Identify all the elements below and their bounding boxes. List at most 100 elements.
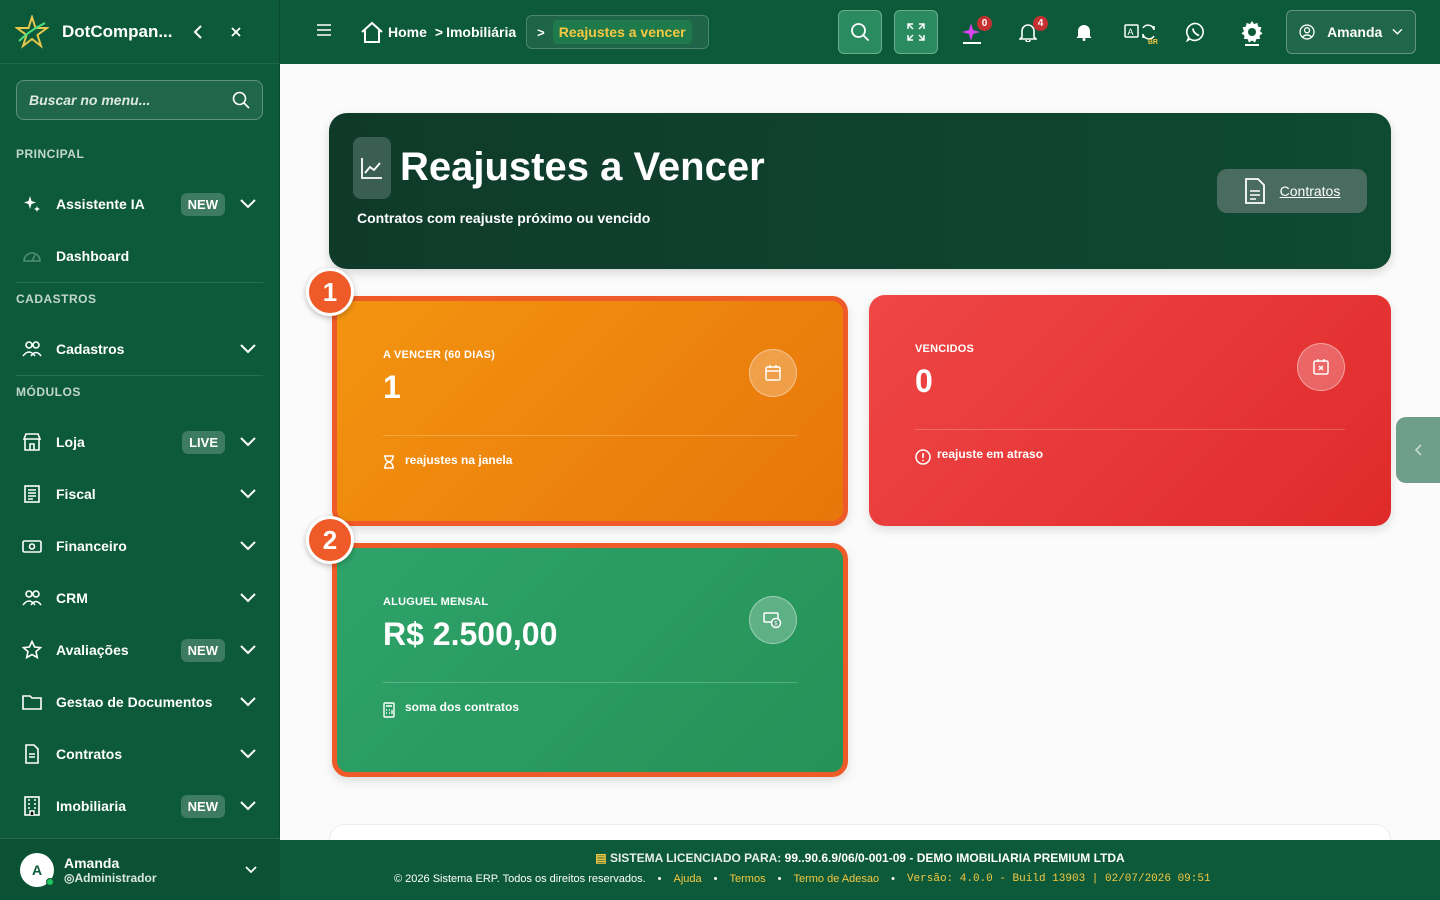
sidebar: DotCompan... PRINCIPAL Assistente IA NEW… bbox=[0, 0, 280, 900]
alerts-button[interactable] bbox=[1062, 10, 1106, 54]
user-circle-icon bbox=[1299, 24, 1315, 40]
breadcrumb-section[interactable]: Imobiliária bbox=[446, 24, 516, 40]
avatar: A bbox=[20, 852, 54, 887]
sidebar-item-financeiro[interactable]: Financeiro bbox=[0, 520, 279, 572]
sidebar-item-loja[interactable]: Loja LIVE bbox=[0, 416, 279, 468]
language-tag: BR bbox=[1147, 39, 1158, 46]
sidebar-item-crm[interactable]: CRM bbox=[0, 572, 279, 624]
license-value: 99..90.6.9/06/0-001-09 - DEMO IMOBILIARI… bbox=[784, 851, 1125, 865]
breadcrumb-separator: > bbox=[434, 24, 444, 40]
logo-star-icon bbox=[14, 14, 50, 50]
chevron-left-icon bbox=[1414, 444, 1422, 456]
card-title: ALUGUEL MENSAL bbox=[383, 596, 489, 608]
section-cadastros: CADASTROS bbox=[16, 292, 97, 306]
side-panel-toggle[interactable] bbox=[1396, 417, 1440, 483]
chevron-down-icon[interactable] bbox=[239, 589, 257, 607]
gauge-icon bbox=[22, 246, 42, 266]
sidebar-item-avaliacoes[interactable]: Avaliações NEW bbox=[0, 624, 279, 676]
breadcrumb-current-label: Reajustes a vencer bbox=[552, 20, 692, 44]
sidebar-item-label: Cadastros bbox=[56, 341, 125, 357]
card-footer-text: reajuste em atraso bbox=[937, 447, 1044, 461]
chevron-down-icon[interactable] bbox=[239, 797, 257, 815]
sidebar-item-dashboard[interactable]: Dashboard bbox=[0, 230, 279, 282]
whatsapp-button[interactable] bbox=[1174, 10, 1218, 54]
sidebar-item-contratos[interactable]: Contratos bbox=[0, 728, 279, 780]
footer: ▤ SISTEMA LICENCIADO PARA: 99..90.6.9/06… bbox=[280, 840, 1440, 900]
sidebar-item-label: Fiscal bbox=[56, 486, 96, 502]
sidebar-header: DotCompan... bbox=[0, 0, 279, 64]
card-footer-text: reajustes na janela bbox=[405, 453, 513, 467]
language-button[interactable]: A BR bbox=[1118, 10, 1162, 54]
chevron-down-icon[interactable] bbox=[242, 861, 260, 879]
svg-text:A: A bbox=[1128, 27, 1134, 37]
breadcrumb: Home > Imobiliária > Reajustes a vencer bbox=[360, 15, 709, 49]
separator-dot: • bbox=[777, 873, 782, 885]
menu-search bbox=[16, 80, 263, 120]
sidebar-item-assistente[interactable]: Assistente IA NEW bbox=[0, 178, 279, 230]
contratos-button[interactable]: Contratos bbox=[1217, 169, 1367, 213]
sidebar-item-imobiliaria[interactable]: Imobiliaria NEW bbox=[0, 780, 279, 832]
sidebar-item-label: Contratos bbox=[56, 746, 123, 762]
close-icon[interactable] bbox=[222, 18, 250, 46]
chevron-down-icon[interactable] bbox=[239, 485, 257, 503]
chevron-down-icon[interactable] bbox=[239, 641, 257, 659]
breadcrumb-home-label: Home bbox=[388, 24, 427, 40]
alert-circle-icon bbox=[915, 449, 931, 468]
users-icon bbox=[22, 339, 42, 359]
sidebar-item-cadastros[interactable]: Cadastros bbox=[0, 323, 279, 375]
hamburger-menu-icon[interactable] bbox=[316, 23, 336, 42]
fullscreen-button[interactable] bbox=[894, 10, 938, 54]
sidebar-item-label: Dashboard bbox=[56, 248, 130, 264]
users-icon bbox=[22, 588, 42, 608]
section-modulos: MÓDULOS bbox=[16, 385, 81, 399]
star-icon bbox=[22, 640, 42, 660]
copyright: © 2026 Sistema ERP. Todos os direitos re… bbox=[394, 873, 646, 885]
ai-notifications-button[interactable]: 0 bbox=[950, 10, 994, 54]
sidebar-item-documentos[interactable]: Gestao de Documentos bbox=[0, 676, 279, 728]
hourglass-icon bbox=[383, 455, 399, 472]
link-termo-adesao[interactable]: Termo de Adesao bbox=[793, 873, 879, 885]
notifications-button[interactable]: 4 bbox=[1006, 10, 1050, 54]
notification-badge: 4 bbox=[1033, 16, 1048, 31]
chevron-down-icon[interactable] bbox=[239, 195, 257, 213]
cash-coin-icon: $ bbox=[749, 596, 797, 644]
link-ajuda[interactable]: Ajuda bbox=[674, 873, 702, 885]
card-aluguel-mensal[interactable]: ALUGUEL MENSAL R$ 2.500,00 $ soma dos co… bbox=[332, 543, 848, 777]
sidebar-user[interactable]: A Amanda ◎Administrador bbox=[0, 838, 280, 900]
card-vencidos[interactable]: VENCIDOS 0 reajuste em atraso bbox=[869, 295, 1391, 526]
sparkles-icon bbox=[22, 194, 42, 214]
chevron-down-icon[interactable] bbox=[239, 340, 257, 358]
chevron-down-icon[interactable] bbox=[239, 537, 257, 555]
global-search-button[interactable] bbox=[838, 10, 882, 54]
chevron-down-icon[interactable] bbox=[239, 433, 257, 451]
money-icon bbox=[22, 536, 42, 556]
brand-name: DotCompan... bbox=[62, 21, 173, 41]
card-value: 0 bbox=[915, 363, 933, 399]
calculator-icon bbox=[383, 702, 399, 721]
separator-dot: • bbox=[657, 873, 662, 885]
breadcrumb-home[interactable]: Home bbox=[360, 21, 427, 43]
chevron-down-icon[interactable] bbox=[239, 745, 257, 763]
user-menu-button[interactable]: Amanda bbox=[1286, 10, 1416, 54]
license-line: ▤ SISTEMA LICENCIADO PARA: 99..90.6.9/06… bbox=[280, 851, 1440, 865]
new-badge: NEW bbox=[180, 638, 225, 662]
card-divider bbox=[915, 429, 1345, 430]
sidebar-item-label: CRM bbox=[56, 590, 88, 606]
card-a-vencer[interactable]: A VENCER (60 DIAS) 1 reajustes na janela bbox=[332, 296, 848, 526]
menu-search-input[interactable] bbox=[29, 92, 232, 108]
page-hero: Reajustes a Vencer Contratos com reajust… bbox=[329, 113, 1391, 269]
sidebar-item-label: Gestao de Documentos bbox=[56, 694, 213, 710]
new-badge: NEW bbox=[180, 192, 225, 216]
gear-icon bbox=[1241, 21, 1263, 46]
collapse-chevron-icon[interactable] bbox=[184, 18, 212, 46]
chevron-down-icon[interactable] bbox=[239, 693, 257, 711]
shield-icon: ◎ bbox=[64, 870, 75, 885]
sidebar-item-fiscal[interactable]: Fiscal bbox=[0, 468, 279, 520]
folder-icon bbox=[22, 692, 42, 712]
link-termos[interactable]: Termos bbox=[730, 873, 766, 885]
chart-line-icon bbox=[353, 137, 391, 199]
settings-button[interactable] bbox=[1230, 10, 1274, 54]
home-icon bbox=[361, 21, 383, 43]
breadcrumb-current: > Reajustes a vencer bbox=[526, 15, 709, 49]
search-icon[interactable] bbox=[232, 91, 250, 109]
